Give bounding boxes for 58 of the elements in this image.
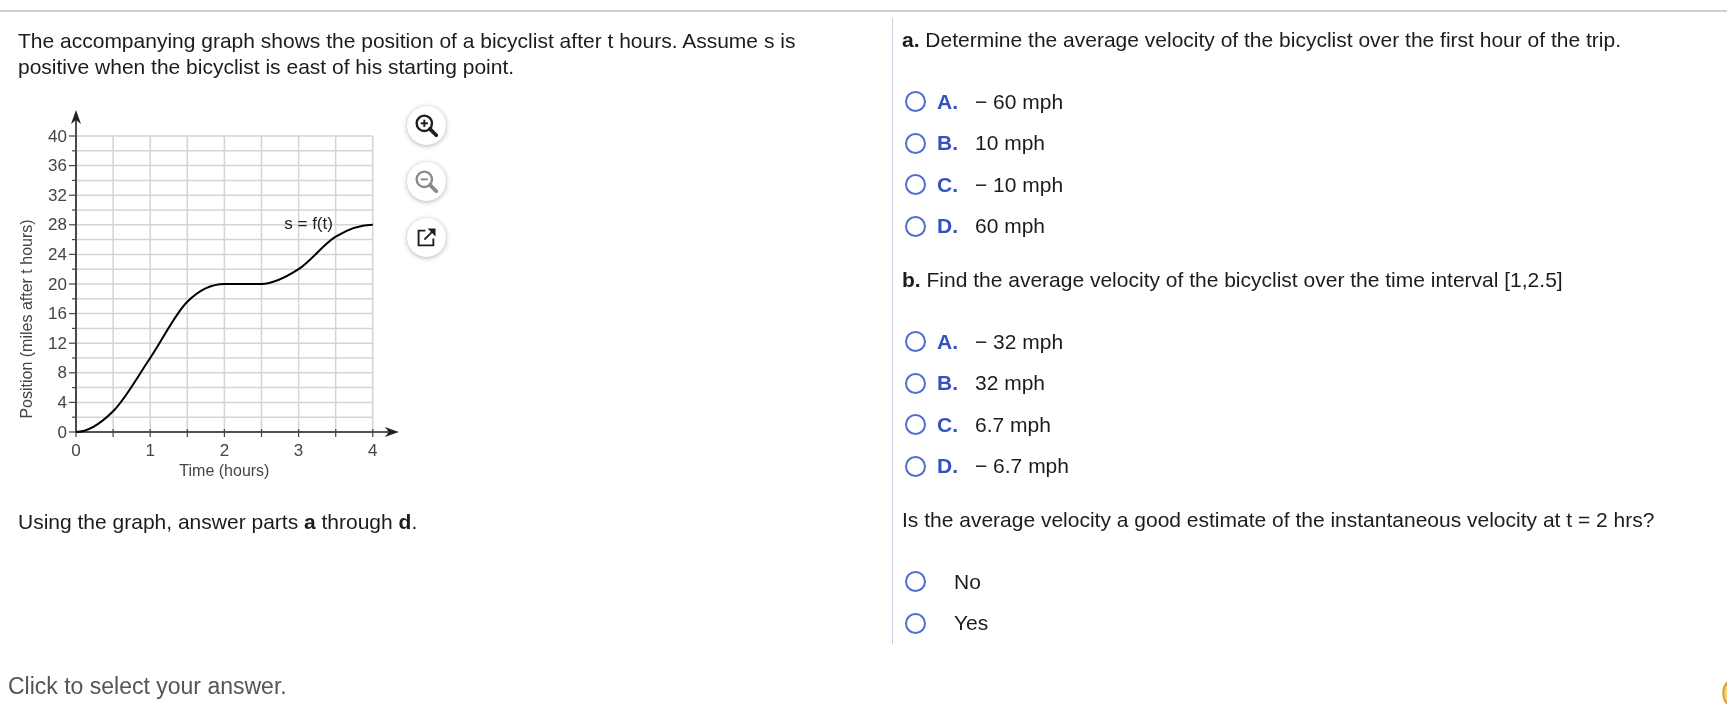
box-arrow-icon — [417, 228, 436, 247]
y-tick-label: 16 — [48, 304, 67, 324]
option-text[interactable]: − 60 mph — [975, 89, 1064, 114]
option-letter[interactable]: B. — [937, 131, 975, 156]
option-letter[interactable]: C. — [937, 172, 975, 197]
option-text[interactable]: Yes — [954, 611, 989, 636]
radio-button[interactable] — [905, 372, 926, 394]
option-text[interactable]: 32 mph — [975, 371, 1046, 396]
y-tick-label: 36 — [48, 156, 67, 176]
radio-button[interactable] — [905, 174, 926, 196]
y-tick-label: 8 — [57, 363, 67, 383]
x-tick-label: 4 — [368, 440, 378, 460]
option-text[interactable]: 6.7 mph — [975, 412, 1051, 437]
y-tick-label: 4 — [57, 392, 67, 412]
y-tick-label: 0 — [57, 422, 67, 442]
radio-button[interactable] — [905, 91, 926, 113]
x-tick-label: 2 — [219, 440, 230, 460]
option-letter[interactable]: A. — [937, 89, 975, 114]
y-tick-label: 40 — [48, 126, 67, 146]
option-letter[interactable]: B. — [937, 371, 975, 396]
question-text: b. Find the average velocity of the bicyclist over the time interval [1,2.5] — [902, 267, 1564, 293]
radio-button[interactable] — [905, 612, 926, 634]
option-text[interactable]: − 32 mph — [975, 329, 1064, 354]
option-letter[interactable]: C. — [937, 412, 975, 437]
status-text: Click to select your answer. — [7, 675, 287, 698]
option-text[interactable]: 10 mph — [975, 131, 1046, 156]
y-tick-label: 24 — [48, 244, 67, 264]
y-tick-label: 12 — [48, 333, 67, 353]
question-text: Is the average velocity a good estimate of the instantaneous velocity at t = 2 hrs? — [902, 507, 1656, 533]
radio-button[interactable] — [905, 414, 926, 436]
option-letter[interactable]: D. — [937, 214, 975, 239]
radio-button[interactable] — [905, 215, 926, 237]
popout-button[interactable] — [407, 218, 446, 257]
radio-button[interactable] — [905, 455, 926, 477]
problem-text: The accompanying graph shows the position of a bicyclist after t hours. Assume s is positive when the bicyclist is east of his starting point. — [18, 28, 797, 80]
radio-button[interactable] — [905, 571, 926, 593]
y-tick-label: 20 — [48, 274, 67, 294]
question-text: a. Determine the average velocity of the bicyclist over the first hour of the trip. — [902, 27, 1622, 53]
y-tick-label: 28 — [48, 215, 67, 235]
magnifier-minus-icon — [415, 170, 438, 193]
instruction-text: Using the graph, answer parts a through d. — [18, 509, 419, 535]
curve-label: s = f(t) — [284, 213, 333, 233]
zoom-in-button[interactable] — [407, 106, 446, 145]
x-axis-label: Time (hours) — [179, 461, 270, 479]
radio-button[interactable] — [905, 132, 926, 154]
magnifier-plus-icon — [415, 114, 438, 137]
x-tick-label: 0 — [71, 440, 81, 460]
x-tick-label: 3 — [293, 440, 304, 460]
radio-button[interactable] — [905, 331, 926, 353]
option-letter[interactable]: D. — [937, 454, 975, 479]
y-axis-label: Position (miles after t hours) — [18, 219, 35, 419]
option-text[interactable]: − 10 mph — [975, 172, 1064, 197]
option-text[interactable]: No — [954, 569, 981, 594]
x-tick-label: 1 — [145, 440, 155, 460]
option-text[interactable]: 60 mph — [975, 214, 1046, 239]
option-text[interactable]: − 6.7 mph — [975, 454, 1069, 479]
option-letter[interactable]: A. — [937, 329, 975, 354]
y-tick-label: 32 — [48, 185, 67, 205]
